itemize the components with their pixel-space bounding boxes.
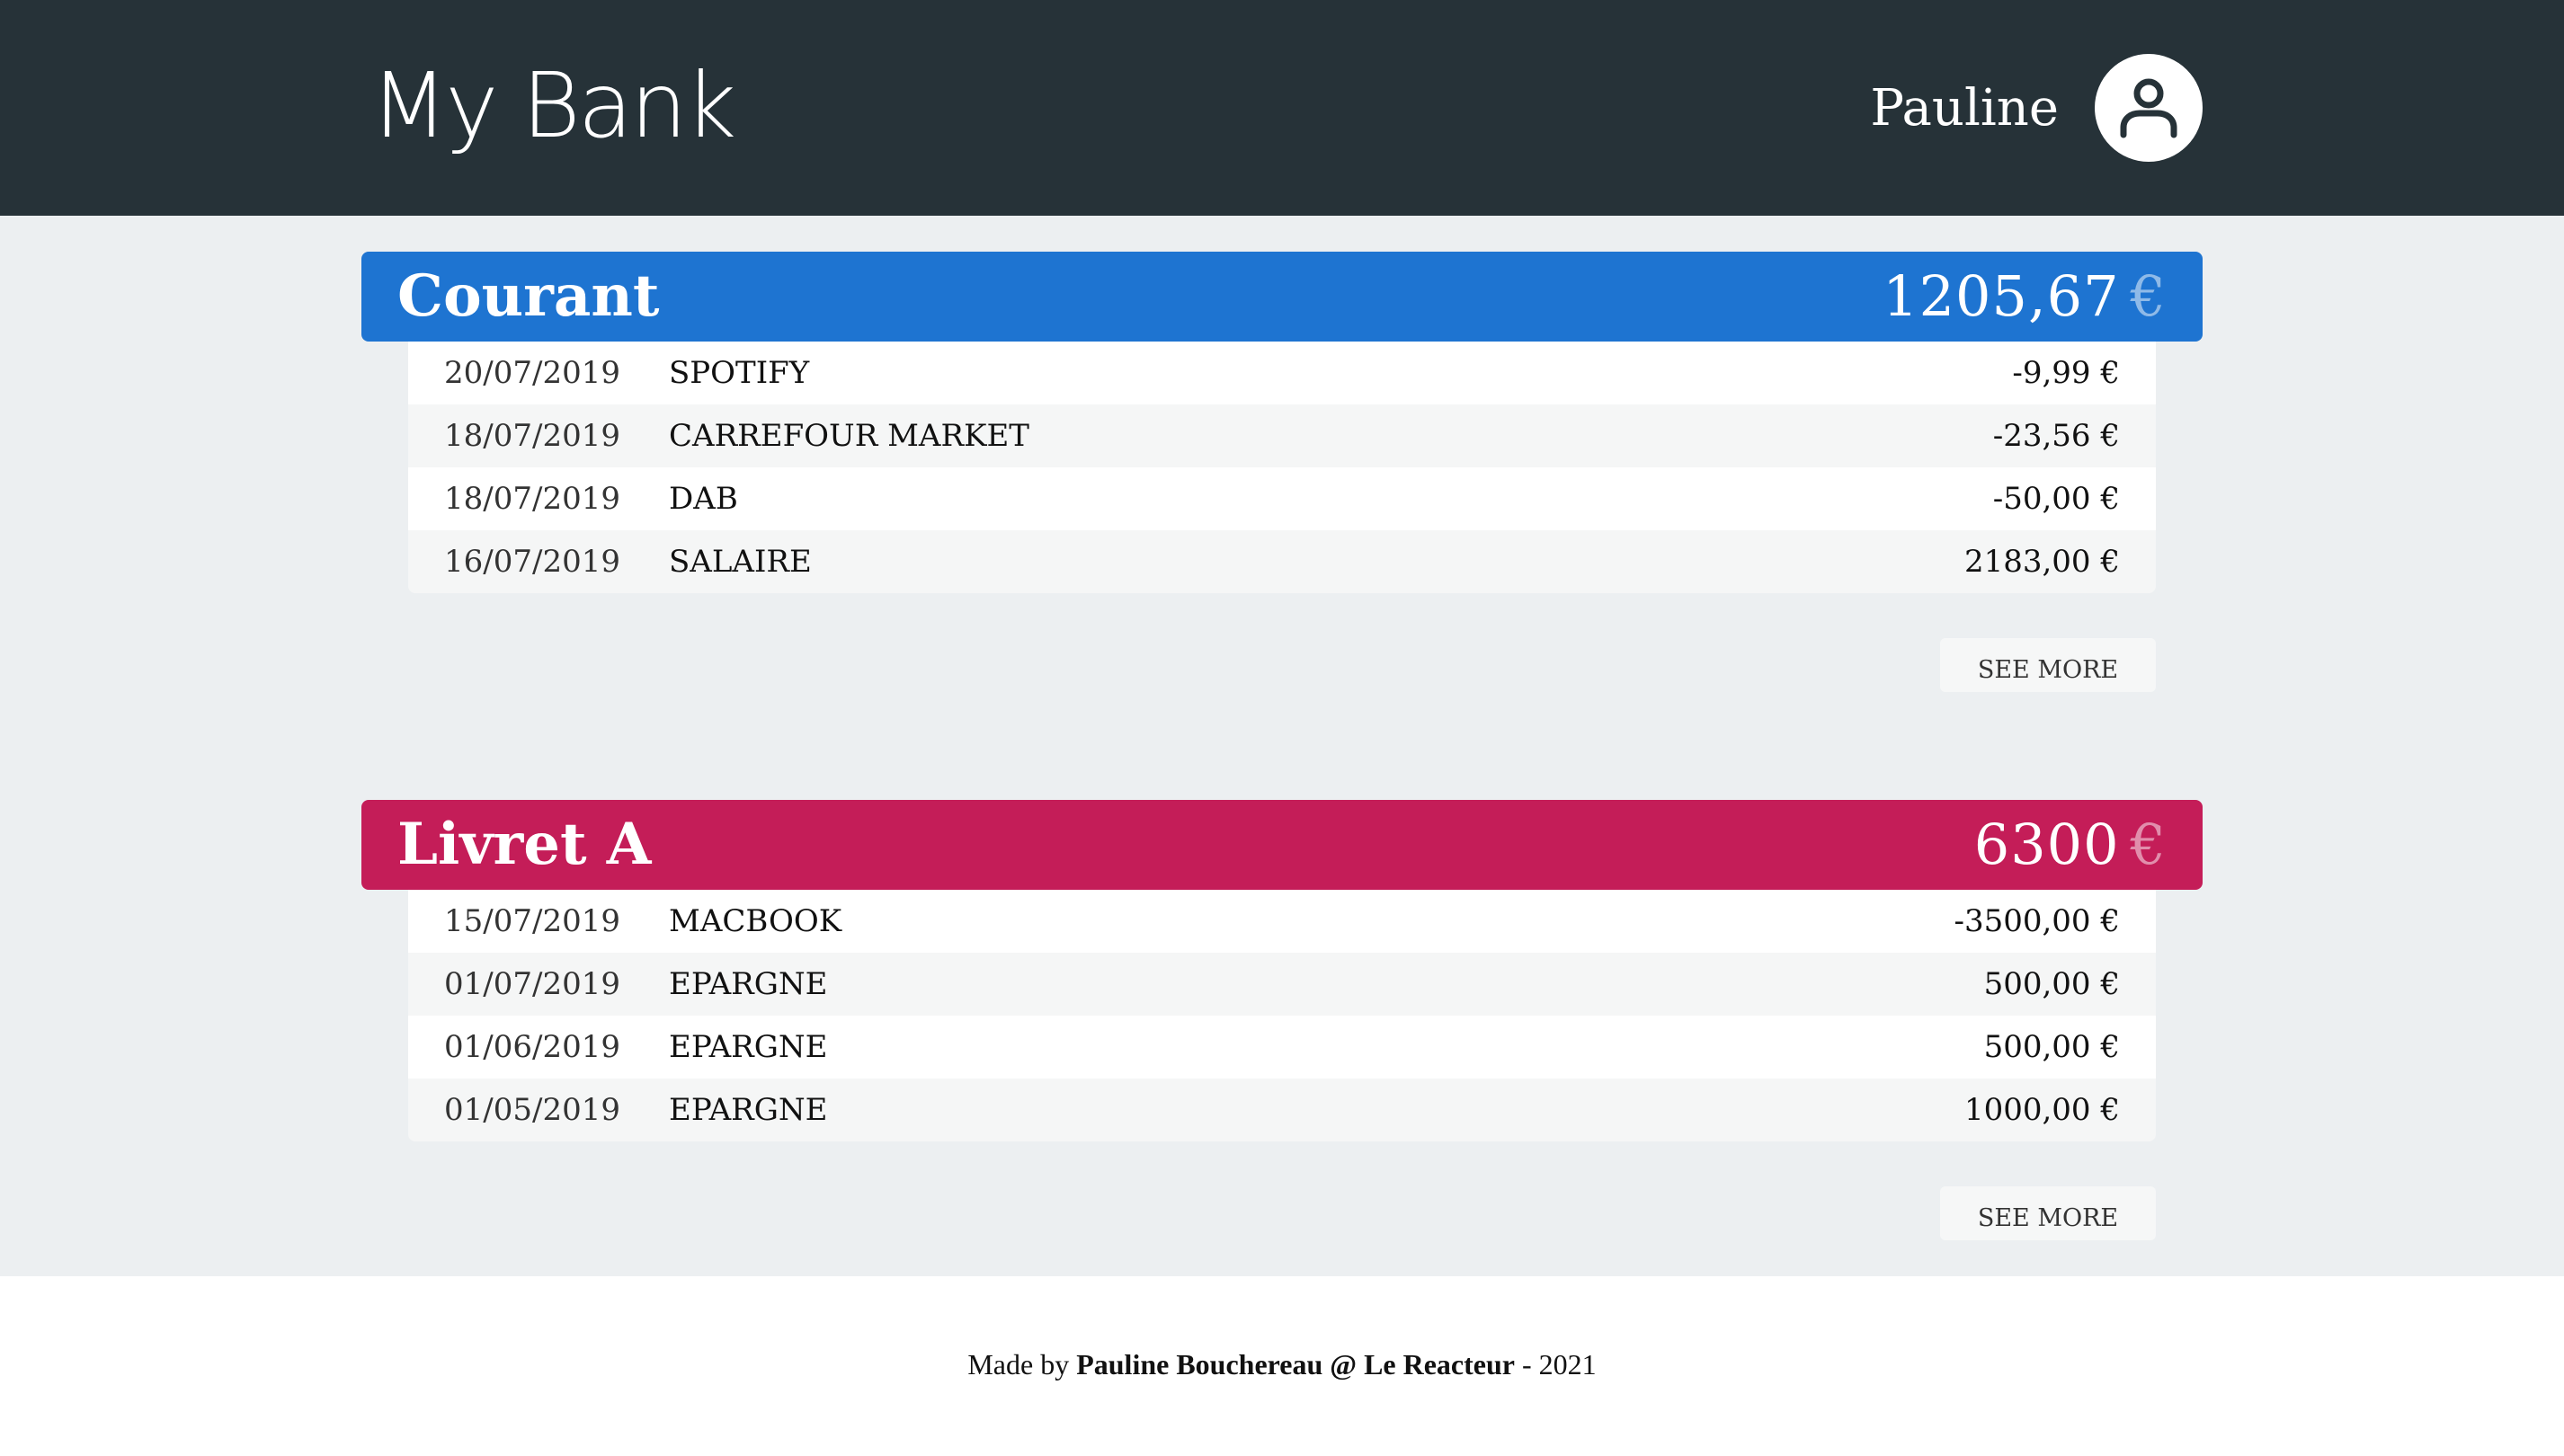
transaction-label: SPOTIFY [669,355,810,391]
transaction-row[interactable]: 18/07/2019 DAB -50,00 € [408,467,2156,530]
transaction-amount: -50,00 € [1992,481,2120,517]
account-name: Courant [397,262,660,330]
transaction-label: EPARGNE [669,1029,828,1065]
transaction-label: EPARGNE [669,1092,828,1128]
transaction-label: CARREFOUR MARKET [669,418,1029,454]
transaction-amount: -3500,00 € [1954,903,2120,939]
transaction-list: 20/07/2019 SPOTIFY -9,99 € 18/07/2019 CA… [408,342,2156,593]
transaction-label: EPARGNE [669,966,828,1002]
top-header: My Bank Pauline [0,0,2564,216]
transaction-label: MACBOOK [669,903,842,939]
currency-symbol: € [2130,812,2167,877]
transaction-row[interactable]: 01/05/2019 EPARGNE 1000,00 € [408,1079,2156,1141]
user-icon [2120,78,2177,138]
account-card-livret-a: Livret A 6300 € 15/07/2019 MACBOOK -3500,… [361,800,2203,1141]
transaction-amount: 500,00 € [1983,966,2120,1002]
avatar[interactable] [2095,54,2203,162]
account-header[interactable]: Livret A 6300 € [361,800,2203,890]
transaction-date: 01/07/2019 [444,966,620,1002]
balance-value: 6300 [1973,812,2120,877]
currency-symbol: € [2130,263,2167,329]
account-name: Livret A [397,811,652,878]
account-header[interactable]: Courant 1205,67 € [361,252,2203,342]
transaction-row[interactable]: 20/07/2019 SPOTIFY -9,99 € [408,342,2156,404]
see-more-button[interactable]: SEE MORE [1940,638,2156,692]
transaction-row[interactable]: 01/06/2019 EPARGNE 500,00 € [408,1016,2156,1079]
accounts-area: Courant 1205,67 € 20/07/2019 SPOTIFY -9,9… [0,216,2564,1276]
transaction-label: DAB [669,481,738,517]
see-more-button[interactable]: SEE MORE [1940,1186,2156,1240]
footer-prefix: Made by [967,1348,1070,1381]
transaction-amount: 500,00 € [1983,1029,2120,1065]
brand-title[interactable]: My Bank [370,52,736,160]
transaction-date: 15/07/2019 [444,903,620,939]
transaction-label: SALAIRE [669,544,812,580]
user-name[interactable]: Pauline [1870,77,2059,140]
transaction-amount: -23,56 € [1992,418,2120,454]
footer-suffix: - 2021 [1521,1348,1597,1381]
account-card-courant: Courant 1205,67 € 20/07/2019 SPOTIFY -9,9… [361,252,2203,593]
footer: Made by Pauline Bouchereau @ Le Reacteur… [0,1276,2564,1456]
transaction-date: 01/06/2019 [444,1029,620,1065]
transaction-date: 18/07/2019 [444,418,620,454]
transaction-date: 18/07/2019 [444,481,620,517]
transaction-amount: 2183,00 € [1963,544,2120,580]
transaction-list: 15/07/2019 MACBOOK -3500,00 € 01/07/2019… [408,890,2156,1141]
transaction-date: 01/05/2019 [444,1092,620,1128]
transaction-amount: 1000,00 € [1963,1092,2120,1128]
account-balance: 6300 € [1974,809,2167,881]
transaction-row[interactable]: 15/07/2019 MACBOOK -3500,00 € [408,890,2156,953]
transaction-amount: -9,99 € [2012,355,2120,391]
transaction-row[interactable]: 01/07/2019 EPARGNE 500,00 € [408,953,2156,1016]
transaction-date: 16/07/2019 [444,544,620,580]
account-balance: 1205,67 € [1883,261,2167,333]
transaction-row[interactable]: 18/07/2019 CARREFOUR MARKET -23,56 € [408,404,2156,467]
footer-author: Pauline Bouchereau @ Le Reacteur [1076,1348,1515,1381]
footer-credit: Made by Pauline Bouchereau @ Le Reacteur… [0,1348,2564,1381]
transaction-row[interactable]: 16/07/2019 SALAIRE 2183,00 € [408,530,2156,593]
transaction-date: 20/07/2019 [444,355,620,391]
balance-value: 1205,67 [1883,263,2120,329]
